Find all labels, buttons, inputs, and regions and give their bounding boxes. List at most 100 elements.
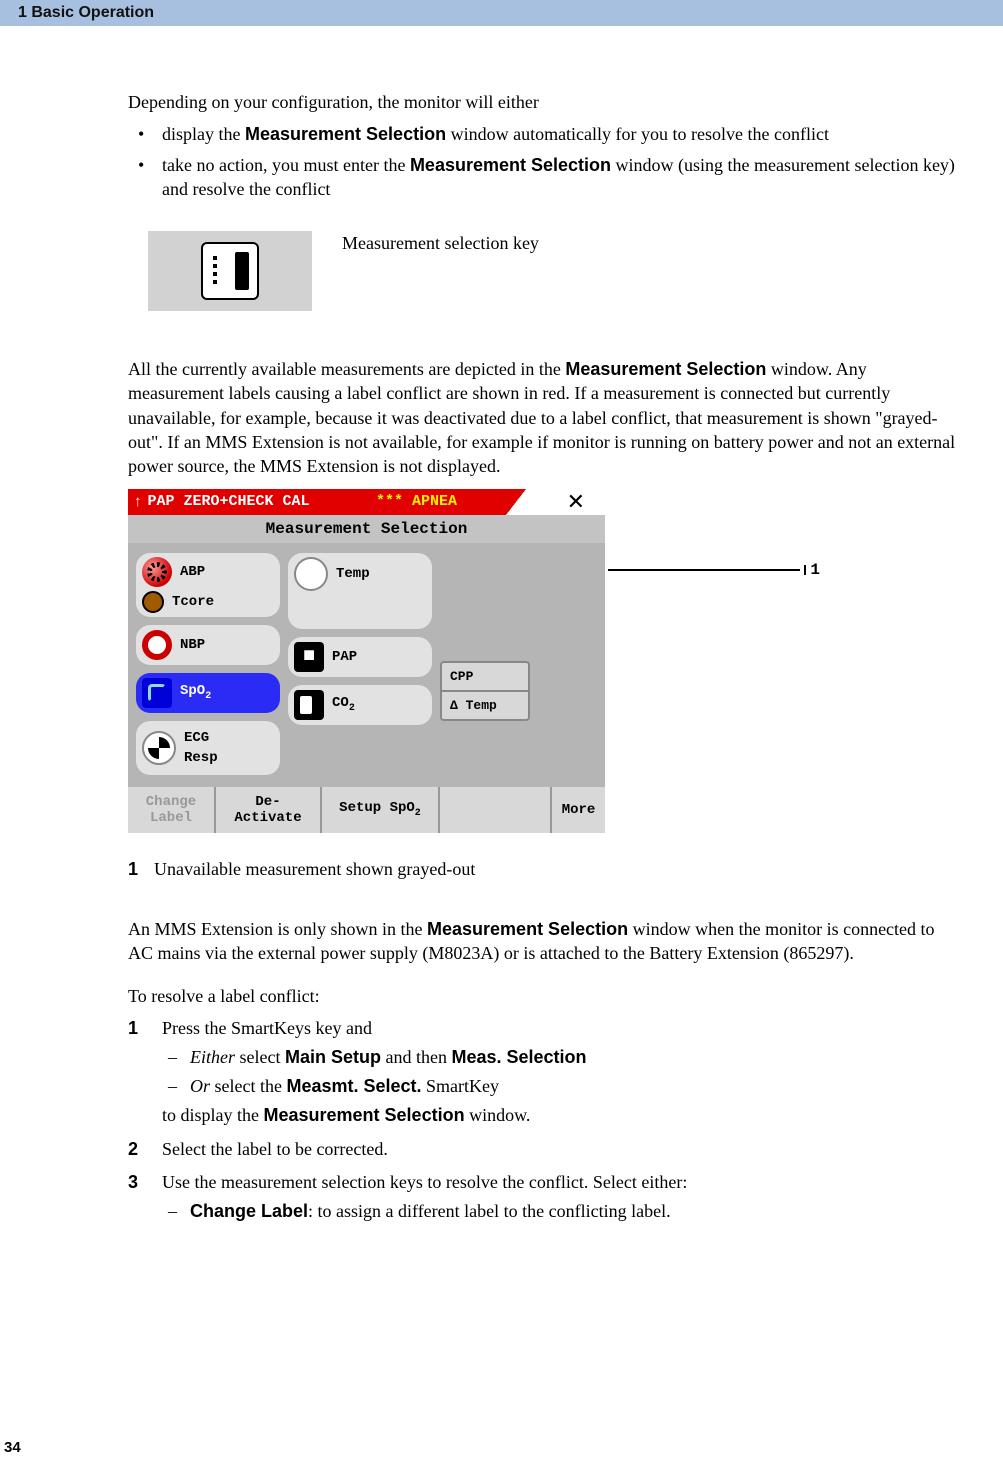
action-bar: Change Label De- Activate Setup SpO2 Mor…: [128, 787, 605, 833]
nbp-connector-icon: [142, 630, 172, 660]
slot-label: Resp: [184, 750, 218, 766]
alarm-mid[interactable]: *** APNEA: [370, 489, 506, 515]
slot-pap[interactable]: ■ PAP: [288, 637, 432, 677]
selection-key-icon: [201, 242, 259, 300]
measurement-selection-key-graphic: [148, 231, 312, 311]
step-text: Select the label to be corrected.: [162, 1139, 388, 1159]
text: select: [235, 1047, 285, 1067]
close-area: ✕: [526, 489, 605, 515]
caption-text: Unavailable measurement shown grayed-out: [154, 859, 475, 879]
text: SmartKey: [422, 1076, 499, 1096]
step-number: 3: [128, 1170, 138, 1195]
step-2: 2 Select the label to be corrected.: [128, 1137, 963, 1162]
derived-measurements[interactable]: CPP Δ Temp: [440, 661, 530, 721]
slot-label: Temp: [336, 566, 370, 582]
slot-label: PAP: [332, 649, 357, 665]
term-meas-selection: Meas. Selection: [451, 1047, 586, 1067]
term-measurement-selection: Measurement Selection: [427, 919, 628, 939]
close-icon[interactable]: ✕: [567, 489, 585, 515]
bullet-item: display the Measurement Selection window…: [128, 122, 963, 146]
step-number: 1: [128, 1016, 138, 1041]
option-or: Or select the Measmt. Select. SmartKey: [162, 1074, 963, 1099]
action-spacer: [440, 787, 552, 833]
pap-connector-icon: ■: [294, 642, 324, 672]
up-arrow-icon: ↑: [134, 493, 142, 510]
alarm-bar: ↑ PAP ZERO+CHECK CAL *** APNEA ✕: [128, 489, 605, 515]
slot-label: Tcore: [172, 594, 214, 610]
slot-label: CO2: [332, 695, 355, 714]
change-label-button: Change Label: [128, 787, 216, 833]
text: to display the: [162, 1105, 264, 1125]
text: An MMS Extension is only shown in the: [128, 919, 427, 939]
explanation-paragraph: All the currently available measurements…: [128, 357, 963, 478]
term-measurement-selection: Measurement Selection: [264, 1105, 465, 1125]
mms-paragraph: An MMS Extension is only shown in the Me…: [128, 917, 963, 966]
text: take no action, you must enter the: [162, 155, 410, 175]
setup-spo2-button[interactable]: Setup SpO2: [322, 787, 440, 833]
derived-delta-temp[interactable]: Δ Temp: [442, 692, 528, 719]
page: 1 Basic Operation Depending on your conf…: [0, 0, 1003, 1476]
step-3: 3 Use the measurement selection keys to …: [128, 1170, 963, 1224]
temp-connector-icon: [294, 557, 328, 591]
alarm-left[interactable]: ↑ PAP ZERO+CHECK CAL: [128, 489, 370, 515]
page-content: Depending on your configuration, the mon…: [0, 26, 1003, 1224]
slot-label: SpO2: [180, 683, 211, 702]
window-title: Measurement Selection: [128, 515, 605, 543]
column-1: ABP Tcore NBP SpO2: [136, 553, 280, 775]
step-3-options: Change Label: to assign a different labe…: [162, 1199, 963, 1224]
intro-paragraph: Depending on your configuration, the mon…: [128, 90, 963, 114]
option-either: Either select Main Setup and then Meas. …: [162, 1045, 963, 1070]
text: and then: [381, 1047, 451, 1067]
bullet-item: take no action, you must enter the Measu…: [128, 153, 963, 202]
term-measmt-select: Measmt. Select.: [286, 1076, 421, 1096]
slant-divider: [506, 489, 526, 515]
deactivate-button[interactable]: De- Activate: [216, 787, 322, 833]
ecg-connector-icon: [142, 731, 176, 765]
term-measurement-selection: Measurement Selection: [565, 359, 766, 379]
more-button[interactable]: More: [552, 787, 605, 833]
resolve-steps: 1 Press the SmartKeys key and Either sel…: [128, 1016, 963, 1224]
spacer-icon: [294, 595, 324, 625]
co2-connector-icon: [294, 690, 324, 720]
text: window automatically for you to resolve …: [446, 124, 829, 144]
slot-label: ABP: [180, 564, 205, 580]
text: window.: [465, 1105, 531, 1125]
chapter-header: 1 Basic Operation: [0, 0, 1003, 26]
term-measurement-selection: Measurement Selection: [410, 155, 611, 175]
slot-nbp[interactable]: NBP: [136, 625, 280, 665]
alarm-text: PAP ZERO+CHECK CAL: [148, 493, 310, 510]
tcore-connector-icon: [142, 591, 164, 613]
term-measurement-selection: Measurement Selection: [245, 124, 446, 144]
step-text: Use the measurement selection keys to re…: [162, 1172, 687, 1192]
step-text: Press the SmartKeys key and: [162, 1018, 372, 1038]
slot-ecg-resp[interactable]: ECG Resp: [136, 721, 280, 775]
term-change-label: Change Label: [190, 1201, 308, 1221]
slot-label: ECG: [184, 730, 218, 746]
spo2-connector-icon: [142, 678, 172, 708]
slot-co2[interactable]: CO2: [288, 685, 432, 725]
term-main-setup: Main Setup: [285, 1047, 381, 1067]
key-figure: Measurement selection key: [148, 231, 963, 311]
resolve-intro: To resolve a label conflict:: [128, 984, 963, 1008]
callout-number: 1: [810, 561, 820, 579]
abp-connector-icon: [142, 557, 172, 587]
caption-number: 1: [128, 857, 154, 881]
config-bullets: display the Measurement Selection window…: [128, 122, 963, 201]
slot-spo2-selected[interactable]: SpO2: [136, 673, 280, 713]
text: select the: [210, 1076, 286, 1096]
page-number: 34: [4, 1439, 21, 1456]
slot-label: NBP: [180, 637, 205, 653]
callout-1: 1: [608, 561, 820, 579]
key-caption: Measurement selection key: [342, 231, 539, 254]
text: All the currently available measurements…: [128, 359, 565, 379]
option-change-label: Change Label: to assign a different labe…: [162, 1199, 963, 1224]
or-word: Or: [190, 1076, 210, 1096]
slot-abp-tcore[interactable]: ABP Tcore: [136, 553, 280, 617]
derived-cpp[interactable]: CPP: [442, 663, 528, 692]
figure-caption: 1Unavailable measurement shown grayed-ou…: [128, 857, 963, 881]
slot-temp-grayed[interactable]: Temp: [288, 553, 432, 629]
column-2: Temp ■ PAP CO2: [288, 553, 432, 775]
measurement-selection-screenshot: ↑ PAP ZERO+CHECK CAL *** APNEA ✕ Measurem…: [128, 489, 605, 833]
step-number: 2: [128, 1137, 138, 1162]
text: : to assign a different label to the con…: [308, 1201, 671, 1221]
